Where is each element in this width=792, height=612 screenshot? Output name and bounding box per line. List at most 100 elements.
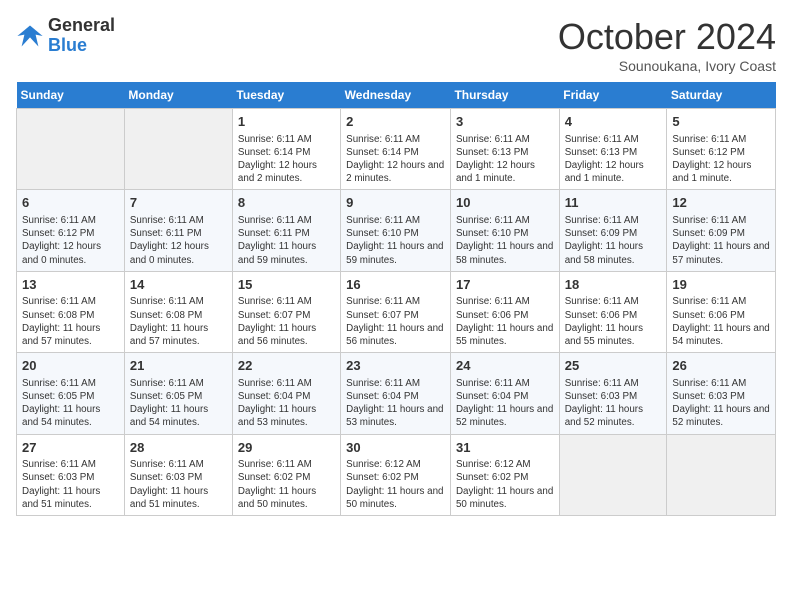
- weekday-header-cell: Saturday: [667, 82, 776, 109]
- day-info: Sunrise: 6:11 AM Sunset: 6:03 PM Dayligh…: [22, 458, 119, 511]
- day-info: Sunrise: 6:11 AM Sunset: 6:07 PM Dayligh…: [346, 295, 445, 348]
- day-info: Sunrise: 6:11 AM Sunset: 6:12 PM Dayligh…: [672, 133, 770, 186]
- day-info: Sunrise: 6:11 AM Sunset: 6:02 PM Dayligh…: [238, 458, 335, 511]
- calendar-week-row: 6 Sunrise: 6:11 AM Sunset: 6:12 PM Daylig…: [17, 190, 776, 271]
- day-info: Sunrise: 6:11 AM Sunset: 6:14 PM Dayligh…: [346, 133, 445, 186]
- calendar-day-cell: 12Sunrise: 6:11 AM Sunset: 6:09 PM Dayli…: [667, 190, 776, 271]
- calendar-day-cell: 4 Sunrise: 6:11 AM Sunset: 6:13 PM Daylig…: [559, 109, 667, 190]
- day-number: 7: [130, 194, 227, 212]
- calendar-day-cell: 25Sunrise: 6:11 AM Sunset: 6:03 PM Dayli…: [559, 353, 667, 434]
- day-info: Sunrise: 6:11 AM Sunset: 6:06 PM Dayligh…: [565, 295, 662, 348]
- day-info: Sunrise: 6:12 AM Sunset: 6:02 PM Dayligh…: [456, 458, 554, 511]
- day-info: Sunrise: 6:11 AM Sunset: 6:07 PM Dayligh…: [238, 295, 335, 348]
- logo: General Blue: [16, 16, 115, 56]
- calendar-day-cell: 13Sunrise: 6:11 AM Sunset: 6:08 PM Dayli…: [17, 271, 125, 352]
- day-info: Sunrise: 6:11 AM Sunset: 6:05 PM Dayligh…: [130, 377, 227, 430]
- day-number: 21: [130, 357, 227, 375]
- calendar-day-cell: 9 Sunrise: 6:11 AM Sunset: 6:10 PM Daylig…: [341, 190, 451, 271]
- day-info: Sunrise: 6:11 AM Sunset: 6:04 PM Dayligh…: [346, 377, 445, 430]
- calendar-day-cell: 26Sunrise: 6:11 AM Sunset: 6:03 PM Dayli…: [667, 353, 776, 434]
- month-title: October 2024: [558, 16, 776, 58]
- calendar-day-cell: 10Sunrise: 6:11 AM Sunset: 6:10 PM Dayli…: [450, 190, 559, 271]
- day-number: 11: [565, 194, 662, 212]
- day-info: Sunrise: 6:11 AM Sunset: 6:12 PM Dayligh…: [22, 214, 119, 267]
- weekday-header-cell: Thursday: [450, 82, 559, 109]
- calendar-body: 1 Sunrise: 6:11 AM Sunset: 6:14 PM Daylig…: [17, 109, 776, 516]
- day-number: 22: [238, 357, 335, 375]
- day-number: 14: [130, 276, 227, 294]
- day-number: 29: [238, 439, 335, 457]
- day-number: 27: [22, 439, 119, 457]
- calendar-day-cell: 22 Sunrise: 6:11 AM Sunset: 6:04 PM Dayli…: [232, 353, 340, 434]
- calendar-day-cell: [124, 109, 232, 190]
- calendar-day-cell: 7Sunrise: 6:11 AM Sunset: 6:11 PM Daylig…: [124, 190, 232, 271]
- calendar-day-cell: 11 Sunrise: 6:11 AM Sunset: 6:09 PM Dayli…: [559, 190, 667, 271]
- calendar-day-cell: 14Sunrise: 6:11 AM Sunset: 6:08 PM Dayli…: [124, 271, 232, 352]
- weekday-header-cell: Friday: [559, 82, 667, 109]
- day-number: 31: [456, 439, 554, 457]
- calendar-day-cell: 30Sunrise: 6:12 AM Sunset: 6:02 PM Dayli…: [341, 434, 451, 515]
- day-number: 23: [346, 357, 445, 375]
- calendar-day-cell: 8 Sunrise: 6:11 AM Sunset: 6:11 PM Daylig…: [232, 190, 340, 271]
- day-number: 12: [672, 194, 770, 212]
- day-info: Sunrise: 6:11 AM Sunset: 6:03 PM Dayligh…: [130, 458, 227, 511]
- weekday-header-cell: Monday: [124, 82, 232, 109]
- day-info: Sunrise: 6:12 AM Sunset: 6:02 PM Dayligh…: [346, 458, 445, 511]
- calendar-week-row: 20 Sunrise: 6:11 AM Sunset: 6:05 PM Dayli…: [17, 353, 776, 434]
- day-number: 26: [672, 357, 770, 375]
- day-info: Sunrise: 6:11 AM Sunset: 6:05 PM Dayligh…: [22, 377, 119, 430]
- day-number: 18: [565, 276, 662, 294]
- calendar-day-cell: 18Sunrise: 6:11 AM Sunset: 6:06 PM Dayli…: [559, 271, 667, 352]
- day-info: Sunrise: 6:11 AM Sunset: 6:08 PM Dayligh…: [130, 295, 227, 348]
- day-info: Sunrise: 6:11 AM Sunset: 6:06 PM Dayligh…: [672, 295, 770, 348]
- day-info: Sunrise: 6:11 AM Sunset: 6:11 PM Dayligh…: [238, 214, 335, 267]
- calendar-day-cell: 1 Sunrise: 6:11 AM Sunset: 6:14 PM Daylig…: [232, 109, 340, 190]
- day-info: Sunrise: 6:11 AM Sunset: 6:10 PM Dayligh…: [346, 214, 445, 267]
- day-number: 8: [238, 194, 335, 212]
- calendar-day-cell: [17, 109, 125, 190]
- calendar-day-cell: 17Sunrise: 6:11 AM Sunset: 6:06 PM Dayli…: [450, 271, 559, 352]
- calendar-table: SundayMondayTuesdayWednesdayThursdayFrid…: [16, 82, 776, 516]
- day-number: 13: [22, 276, 119, 294]
- day-info: Sunrise: 6:11 AM Sunset: 6:09 PM Dayligh…: [565, 214, 662, 267]
- weekday-header-cell: Sunday: [17, 82, 125, 109]
- calendar-day-cell: [559, 434, 667, 515]
- calendar-day-cell: 23 Sunrise: 6:11 AM Sunset: 6:04 PM Dayli…: [341, 353, 451, 434]
- day-info: Sunrise: 6:11 AM Sunset: 6:10 PM Dayligh…: [456, 214, 554, 267]
- day-number: 16: [346, 276, 445, 294]
- day-info: Sunrise: 6:11 AM Sunset: 6:03 PM Dayligh…: [565, 377, 662, 430]
- day-number: 19: [672, 276, 770, 294]
- calendar-day-cell: 28Sunrise: 6:11 AM Sunset: 6:03 PM Dayli…: [124, 434, 232, 515]
- day-info: Sunrise: 6:11 AM Sunset: 6:13 PM Dayligh…: [456, 133, 554, 186]
- weekday-header-cell: Wednesday: [341, 82, 451, 109]
- day-number: 4: [565, 113, 662, 131]
- day-info: Sunrise: 6:11 AM Sunset: 6:13 PM Dayligh…: [565, 133, 662, 186]
- day-info: Sunrise: 6:11 AM Sunset: 6:08 PM Dayligh…: [22, 295, 119, 348]
- location-subtitle: Sounoukana, Ivory Coast: [558, 58, 776, 74]
- weekday-header-row: SundayMondayTuesdayWednesdayThursdayFrid…: [17, 82, 776, 109]
- calendar-day-cell: 20 Sunrise: 6:11 AM Sunset: 6:05 PM Dayli…: [17, 353, 125, 434]
- day-number: 5: [672, 113, 770, 131]
- day-number: 6: [22, 194, 119, 212]
- calendar-day-cell: 19Sunrise: 6:11 AM Sunset: 6:06 PM Dayli…: [667, 271, 776, 352]
- weekday-header-cell: Tuesday: [232, 82, 340, 109]
- day-info: Sunrise: 6:11 AM Sunset: 6:04 PM Dayligh…: [238, 377, 335, 430]
- calendar-day-cell: 5 Sunrise: 6:11 AM Sunset: 6:12 PM Daylig…: [667, 109, 776, 190]
- calendar-week-row: 13Sunrise: 6:11 AM Sunset: 6:08 PM Dayli…: [17, 271, 776, 352]
- calendar-day-cell: 27Sunrise: 6:11 AM Sunset: 6:03 PM Dayli…: [17, 434, 125, 515]
- day-number: 2: [346, 113, 445, 131]
- day-number: 9: [346, 194, 445, 212]
- title-block: October 2024 Sounoukana, Ivory Coast: [558, 16, 776, 74]
- page-header: General Blue October 2024 Sounoukana, Iv…: [16, 16, 776, 74]
- day-info: Sunrise: 6:11 AM Sunset: 6:14 PM Dayligh…: [238, 133, 335, 186]
- day-number: 1: [238, 113, 335, 131]
- day-number: 3: [456, 113, 554, 131]
- calendar-day-cell: 21 Sunrise: 6:11 AM Sunset: 6:05 PM Dayli…: [124, 353, 232, 434]
- calendar-day-cell: 29Sunrise: 6:11 AM Sunset: 6:02 PM Dayli…: [232, 434, 340, 515]
- day-info: Sunrise: 6:11 AM Sunset: 6:06 PM Dayligh…: [456, 295, 554, 348]
- day-info: Sunrise: 6:11 AM Sunset: 6:04 PM Dayligh…: [456, 377, 554, 430]
- calendar-day-cell: 31Sunrise: 6:12 AM Sunset: 6:02 PM Dayli…: [450, 434, 559, 515]
- calendar-day-cell: 24Sunrise: 6:11 AM Sunset: 6:04 PM Dayli…: [450, 353, 559, 434]
- day-number: 20: [22, 357, 119, 375]
- day-number: 28: [130, 439, 227, 457]
